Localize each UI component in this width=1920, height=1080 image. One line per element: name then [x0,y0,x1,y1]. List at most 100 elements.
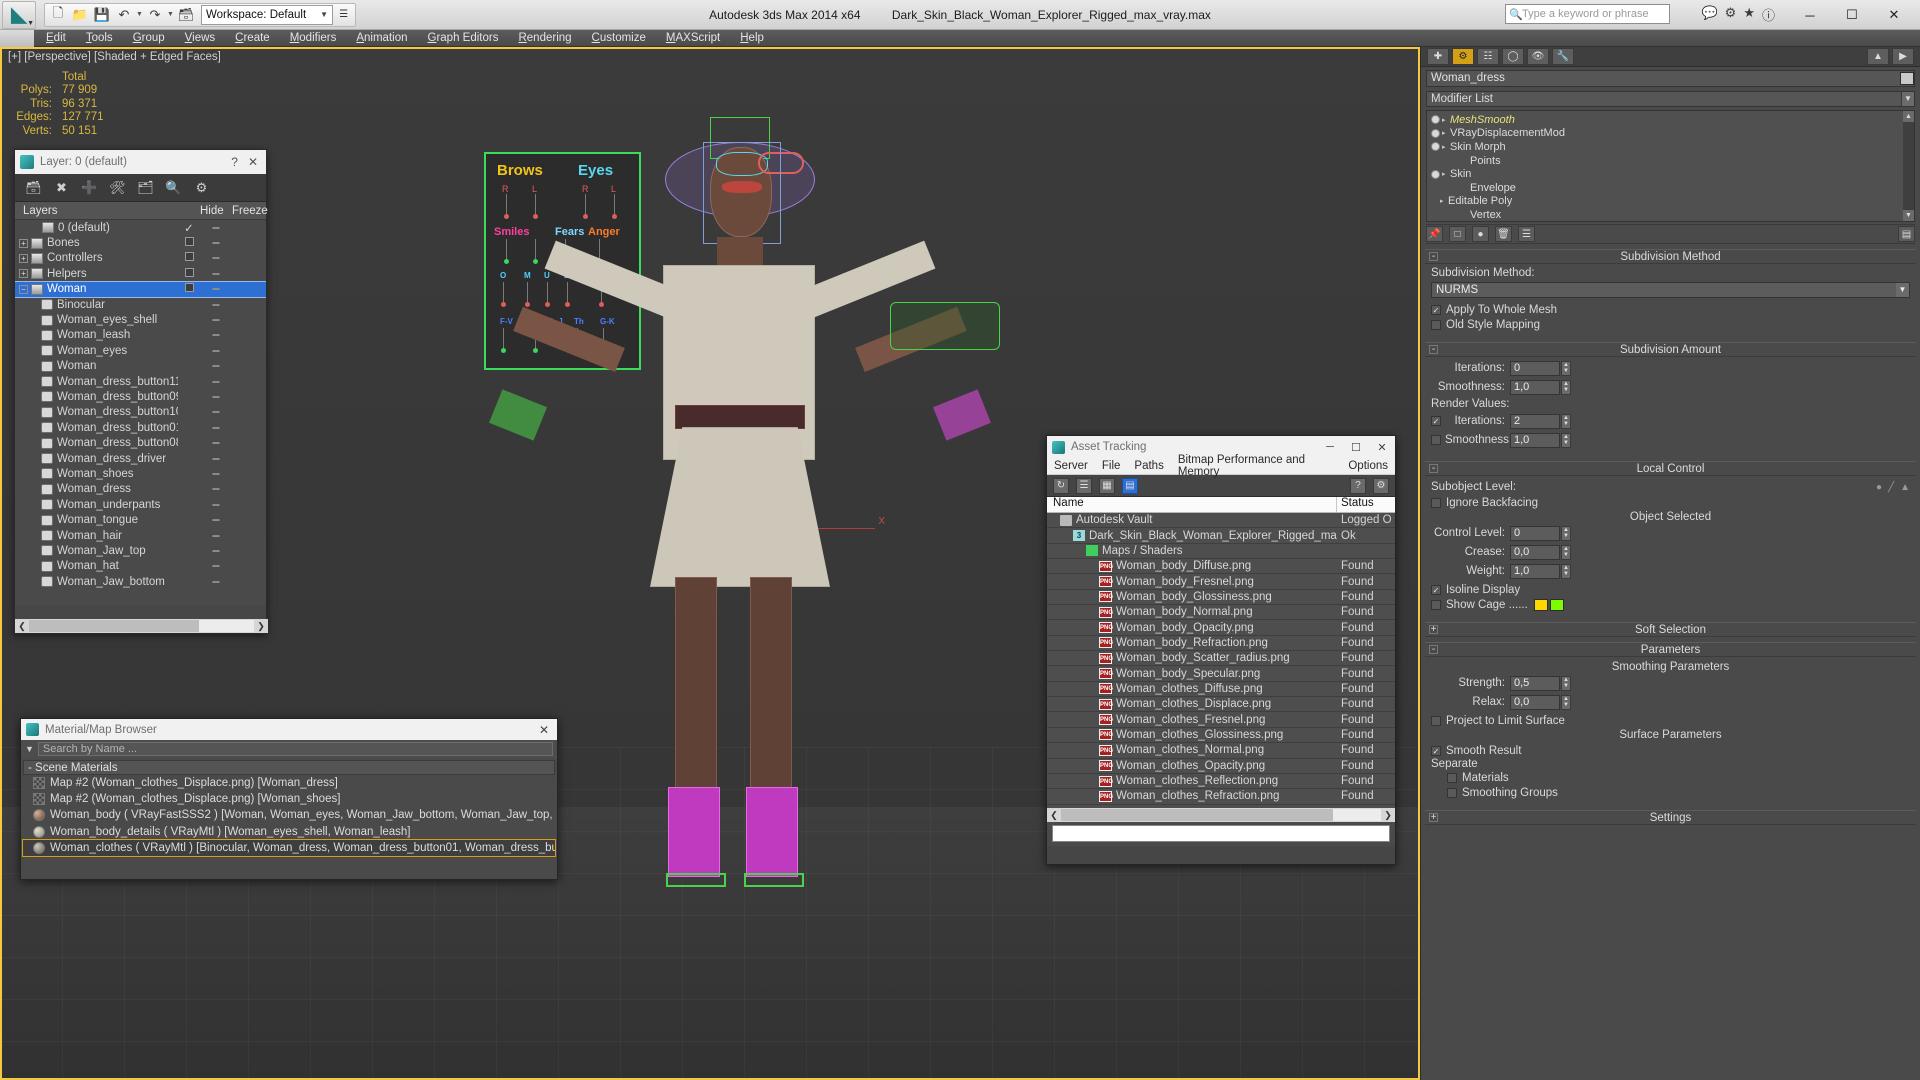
layer-current-cell[interactable]: ✓ [178,221,200,235]
minimize-button[interactable]: ─ [1790,2,1830,28]
layer-object-row[interactable]: Woman_dress_button09 ━ [15,389,266,404]
current-layer-checkbox[interactable] [184,283,194,293]
modifier-enable-icon[interactable] [1431,169,1440,179]
show-end-result-icon[interactable]: □ [1449,226,1466,242]
panel-scroll-up-icon[interactable]: ▲ [1867,48,1889,65]
smoothing-groups-checkbox[interactable]: Smoothing Groups [1431,785,1910,800]
menu-item-maxscript[interactable]: MAXScript [656,30,730,47]
weight-value[interactable]: 1,0 [1510,563,1560,579]
layer-row[interactable]: + Helpers ━ [15,266,266,281]
layer-hide-cell[interactable]: ━ [200,282,232,296]
layer-hide-cell[interactable]: ━ [200,436,232,450]
spinner-arrows-icon[interactable]: ▲ ▼ [1561,675,1571,691]
layer-hide-cell[interactable]: ━ [200,405,232,419]
layer-object-row[interactable]: Binocular ━ [15,297,266,312]
modifier-enable-icon[interactable] [1431,142,1440,152]
asset-row[interactable]: PNG Woman_body_Glossiness.png Found [1047,590,1395,606]
weight-field[interactable]: Weight: 1,0 ▲ ▼ [1431,563,1910,579]
asset-menu-server[interactable]: Server [1047,460,1095,472]
select-objects-in-layer-icon[interactable]: 🛠 [109,179,126,196]
chevron-down-icon[interactable]: ▼ [1896,283,1909,297]
apply-to-whole-mesh-checkbox[interactable]: ✓ Apply To Whole Mesh [1431,302,1910,317]
layer-hide-cell[interactable]: ━ [200,421,232,435]
modifier-stack-row[interactable]: ▸ VRayDisplacementMod [1429,127,1902,141]
expand-toggle-icon[interactable]: + [19,269,28,279]
layer-hide-cell[interactable]: ━ [200,375,232,389]
modifier-enable-icon[interactable] [1431,115,1440,125]
expand-icon[interactable]: + [1429,625,1438,635]
make-unique-icon[interactable]: ● [1472,226,1489,242]
menu-item-create[interactable]: Create [225,30,280,47]
layer-object-row[interactable]: Woman_Jaw_top ━ [15,543,266,558]
asset-row[interactable]: Autodesk Vault Logged O [1047,513,1395,529]
expand-arrow-icon[interactable]: ▸ [1442,170,1450,178]
layer-hide-cell[interactable]: ━ [200,298,232,312]
show-cage-checkbox[interactable]: Show Cage ...... [1431,597,1910,612]
asset-row[interactable]: PNG Woman_clothes_Displace.png Found [1047,697,1395,713]
asset-row[interactable]: PNG Woman_body_Refraction.png Found [1047,636,1395,652]
scroll-thumb[interactable] [29,620,199,632]
search-input[interactable]: 🔍 Type a keyword or phrase [1505,4,1670,24]
delete-layer-icon[interactable]: ✖ [53,179,70,196]
asset-row[interactable]: PNG Woman_clothes_Glossiness.png Found [1047,728,1395,744]
expand-arrow-icon[interactable]: ▸ [1442,129,1450,137]
asset-menu-file[interactable]: File [1095,460,1128,472]
asset-menu-paths[interactable]: Paths [1127,460,1170,472]
materials-checkbox[interactable]: Materials [1431,770,1910,785]
close-icon[interactable]: ✕ [539,723,557,737]
asset-list[interactable]: Autodesk Vault Logged O 3 Dark_Skin_Black_W… [1047,513,1395,808]
ignore-backfacing-checkbox[interactable]: Ignore Backfacing [1431,495,1910,510]
layer-row[interactable]: − Woman ━ [15,280,266,298]
select-highlighted-objects-icon[interactable]: 🗂 [137,179,154,196]
menu-item-modifiers[interactable]: Modifiers [280,30,347,47]
layer-object-row[interactable]: Woman_dress_button08 ━ [15,435,266,450]
favorites-star-icon[interactable]: ★ [1743,5,1755,24]
spinner-arrows-icon[interactable]: ▲ ▼ [1561,379,1571,395]
scroll-left-icon[interactable]: ❮ [15,621,29,632]
modifier-list-dropdown[interactable]: Modifier List ▼ [1426,91,1915,107]
stack-scroll-down-icon[interactable]: ▼ [1903,210,1914,221]
layer-object-row[interactable]: Woman_dress_button01 ━ [15,420,266,435]
layer-horizontal-scrollbar[interactable]: ❮ ❯ [15,619,268,633]
expand-toggle-icon[interactable]: + [19,253,28,263]
face-subobject-icon[interactable]: ▲ [1900,482,1910,493]
object-color-swatch[interactable] [1900,72,1914,85]
stack-scrollbar[interactable] [1903,111,1914,221]
rollout-header-local-control[interactable]: - Local Control [1425,461,1916,476]
render-smoothness-value[interactable]: 1,0 [1510,432,1560,448]
list-view-icon[interactable]: ☰ [1076,477,1092,494]
expand-arrow-icon[interactable]: ▸ [1442,116,1450,124]
layer-hide-cell[interactable]: ━ [200,267,232,281]
refresh-icon[interactable]: ↻ [1053,477,1069,494]
material-row[interactable]: Woman_body_details ( VRayMtl ) [Woman_ey… [23,824,555,840]
layer-object-row[interactable]: Woman_eyes_shell ━ [15,312,266,327]
redo-icon[interactable]: ↷ [145,5,165,25]
current-layer-checkbox[interactable] [184,237,194,247]
smooth-result-checkbox[interactable]: ✓ Smooth Result [1431,743,1910,758]
undo-icon[interactable]: ↶ [114,5,134,25]
expand-arrow-icon[interactable]: ▸ [1440,197,1448,205]
isoline-display-checkbox[interactable]: ✓ Isoline Display [1431,582,1910,597]
display-tab[interactable]: 👁 [1527,48,1549,65]
rollout-header-parameters[interactable]: - Parameters [1425,642,1916,657]
rollout-header-subdivision-method[interactable]: - Subdivision Method [1425,249,1916,264]
cage-color-swatch-2[interactable] [1549,598,1564,611]
modifier-stack-row[interactable]: Vertex [1429,208,1902,221]
vertex-subobject-icon[interactable]: ● [1876,482,1882,493]
collapse-icon[interactable]: - [1429,345,1438,355]
app-logo-button[interactable]: ◣ ▼ [2,0,36,29]
help-circle-icon[interactable]: ⓘ [1762,5,1775,24]
layer-current-cell[interactable] [178,252,200,264]
utilities-tab[interactable]: 🔧 [1552,48,1574,65]
expand-icon[interactable]: + [1429,813,1438,823]
modify-tab[interactable]: ⚙ [1452,48,1474,65]
asset-row[interactable]: PNG Woman_body_Opacity.png Found [1047,620,1395,636]
expand-arrow-icon[interactable]: ▸ [1442,143,1450,151]
material-list[interactable]: Map #2 (Woman_clothes_Displace.png) [Wom… [22,775,556,857]
subdivision-method-select[interactable]: NURMS ▼ [1431,282,1910,298]
asset-row[interactable]: PNG Woman_body_Fresnel.png Found [1047,574,1395,590]
crease-field[interactable]: Crease: 0,0 ▲ ▼ [1431,544,1910,560]
render-iterations-checkbox[interactable]: ✓ [1431,416,1441,426]
asset-row[interactable]: Maps / Shaders [1047,544,1395,560]
material-row[interactable]: Map #2 (Woman_clothes_Displace.png) [Wom… [23,775,555,791]
